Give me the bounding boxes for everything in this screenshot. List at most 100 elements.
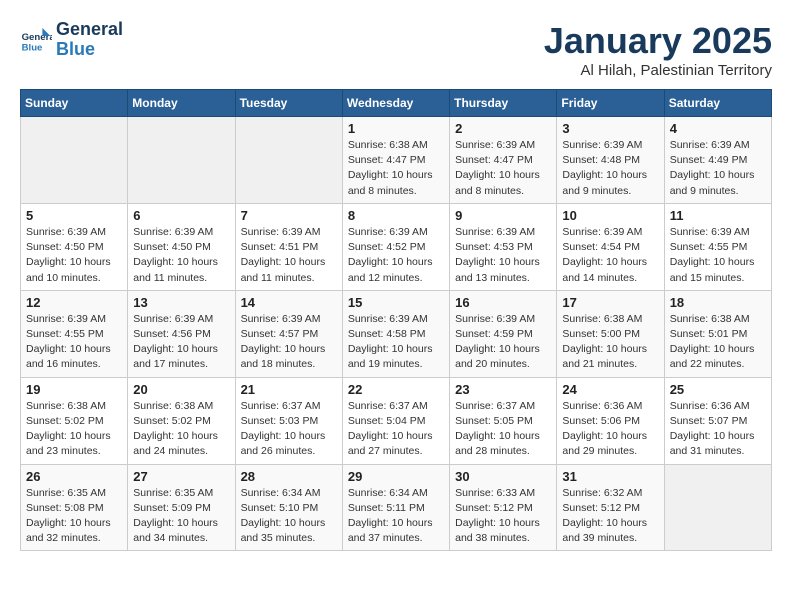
day-number: 15 [348, 295, 444, 310]
day-number: 23 [455, 382, 551, 397]
day-info: Sunrise: 6:33 AMSunset: 5:12 PMDaylight:… [455, 486, 551, 547]
logo: General Blue General Blue [20, 20, 123, 60]
day-info: Sunrise: 6:39 AMSunset: 4:49 PMDaylight:… [670, 138, 766, 199]
day-info: Sunrise: 6:39 AMSunset: 4:59 PMDaylight:… [455, 312, 551, 373]
day-number: 28 [241, 469, 337, 484]
calendar-cell [128, 117, 235, 204]
weekday-header-sunday: Sunday [21, 90, 128, 117]
day-info: Sunrise: 6:39 AMSunset: 4:47 PMDaylight:… [455, 138, 551, 199]
calendar-cell: 10 Sunrise: 6:39 AMSunset: 4:54 PMDayligh… [557, 203, 664, 290]
calendar-cell: 22Sunrise: 6:37 AMSunset: 5:04 PMDayligh… [342, 377, 449, 464]
calendar-cell: 27 Sunrise: 6:35 AMSunset: 5:09 PMDayligh… [128, 464, 235, 551]
day-info: Sunrise: 6:37 AMSunset: 5:03 PMDaylight:… [241, 399, 337, 460]
day-number: 8 [348, 208, 444, 223]
logo-text: General Blue [56, 20, 123, 60]
svg-text:Blue: Blue [22, 42, 43, 53]
day-number: 6 [133, 208, 229, 223]
calendar-cell [21, 117, 128, 204]
calendar-week-row: 12Sunrise: 6:39 AMSunset: 4:55 PMDayligh… [21, 290, 772, 377]
weekday-header-monday: Monday [128, 90, 235, 117]
day-number: 4 [670, 121, 766, 136]
day-number: 31 [562, 469, 658, 484]
calendar-cell: 2 Sunrise: 6:39 AMSunset: 4:47 PMDaylight… [450, 117, 557, 204]
calendar-cell: 13Sunrise: 6:39 AMSunset: 4:56 PMDayligh… [128, 290, 235, 377]
calendar-week-row: 26 Sunrise: 6:35 AMSunset: 5:08 PMDayligh… [21, 464, 772, 551]
day-number: 17 [562, 295, 658, 310]
calendar-cell: 16Sunrise: 6:39 AMSunset: 4:59 PMDayligh… [450, 290, 557, 377]
logo-line1: General [56, 20, 123, 40]
weekday-header-wednesday: Wednesday [342, 90, 449, 117]
day-info: Sunrise: 6:38 AMSunset: 5:00 PMDaylight:… [562, 312, 658, 373]
day-number: 27 [133, 469, 229, 484]
calendar-cell: 29 Sunrise: 6:34 AMSunset: 5:11 PMDayligh… [342, 464, 449, 551]
calendar-cell [235, 117, 342, 204]
day-number: 5 [26, 208, 122, 223]
day-info: Sunrise: 6:39 AMSunset: 4:55 PMDaylight:… [670, 225, 766, 286]
day-info: Sunrise: 6:38 AMSunset: 5:02 PMDaylight:… [133, 399, 229, 460]
calendar-cell: 20 Sunrise: 6:38 AMSunset: 5:02 PMDayligh… [128, 377, 235, 464]
location-subtitle: Al Hilah, Palestinian Territory [544, 62, 772, 79]
calendar-week-row: 5 Sunrise: 6:39 AMSunset: 4:50 PMDaylight… [21, 203, 772, 290]
day-info: Sunrise: 6:39 AMSunset: 4:56 PMDaylight:… [133, 312, 229, 373]
day-number: 10 [562, 208, 658, 223]
day-number: 24 [562, 382, 658, 397]
month-title: January 2025 [544, 20, 772, 62]
calendar-cell: 7Sunrise: 6:39 AMSunset: 4:51 PMDaylight… [235, 203, 342, 290]
day-info: Sunrise: 6:39 AMSunset: 4:58 PMDaylight:… [348, 312, 444, 373]
day-number: 21 [241, 382, 337, 397]
day-info: Sunrise: 6:32 AMSunset: 5:12 PMDaylight:… [562, 486, 658, 547]
calendar-cell: 30 Sunrise: 6:33 AMSunset: 5:12 PMDayligh… [450, 464, 557, 551]
calendar-cell: 8 Sunrise: 6:39 AMSunset: 4:52 PMDaylight… [342, 203, 449, 290]
day-number: 2 [455, 121, 551, 136]
calendar-cell: 5 Sunrise: 6:39 AMSunset: 4:50 PMDaylight… [21, 203, 128, 290]
calendar-cell: 11 Sunrise: 6:39 AMSunset: 4:55 PMDayligh… [664, 203, 771, 290]
day-number: 3 [562, 121, 658, 136]
calendar-cell: 6 Sunrise: 6:39 AMSunset: 4:50 PMDaylight… [128, 203, 235, 290]
calendar-cell: 15 Sunrise: 6:39 AMSunset: 4:58 PMDayligh… [342, 290, 449, 377]
day-info: Sunrise: 6:36 AMSunset: 5:06 PMDaylight:… [562, 399, 658, 460]
day-number: 19 [26, 382, 122, 397]
calendar-week-row: 1 Sunrise: 6:38 AMSunset: 4:47 PMDaylight… [21, 117, 772, 204]
day-number: 30 [455, 469, 551, 484]
day-info: Sunrise: 6:39 AMSunset: 4:50 PMDaylight:… [133, 225, 229, 286]
day-info: Sunrise: 6:39 AMSunset: 4:50 PMDaylight:… [26, 225, 122, 286]
day-info: Sunrise: 6:34 AMSunset: 5:10 PMDaylight:… [241, 486, 337, 547]
calendar-cell [664, 464, 771, 551]
day-info: Sunrise: 6:39 AMSunset: 4:57 PMDaylight:… [241, 312, 337, 373]
page-header: General Blue General Blue January 2025 A… [20, 20, 772, 79]
day-number: 1 [348, 121, 444, 136]
calendar-cell: 3 Sunrise: 6:39 AMSunset: 4:48 PMDaylight… [557, 117, 664, 204]
calendar-cell: 17 Sunrise: 6:38 AMSunset: 5:00 PMDayligh… [557, 290, 664, 377]
day-info: Sunrise: 6:39 AMSunset: 4:55 PMDaylight:… [26, 312, 122, 373]
calendar-cell: 12Sunrise: 6:39 AMSunset: 4:55 PMDayligh… [21, 290, 128, 377]
day-number: 7 [241, 208, 337, 223]
calendar-cell: 1 Sunrise: 6:38 AMSunset: 4:47 PMDaylight… [342, 117, 449, 204]
day-info: Sunrise: 6:39 AMSunset: 4:48 PMDaylight:… [562, 138, 658, 199]
day-info: Sunrise: 6:38 AMSunset: 4:47 PMDaylight:… [348, 138, 444, 199]
day-number: 20 [133, 382, 229, 397]
weekday-header-tuesday: Tuesday [235, 90, 342, 117]
day-number: 26 [26, 469, 122, 484]
calendar-cell: 18 Sunrise: 6:38 AMSunset: 5:01 PMDayligh… [664, 290, 771, 377]
calendar-header: SundayMondayTuesdayWednesdayThursdayFrid… [21, 90, 772, 117]
calendar-cell: 19Sunrise: 6:38 AMSunset: 5:02 PMDayligh… [21, 377, 128, 464]
day-info: Sunrise: 6:34 AMSunset: 5:11 PMDaylight:… [348, 486, 444, 547]
day-info: Sunrise: 6:35 AMSunset: 5:09 PMDaylight:… [133, 486, 229, 547]
day-number: 25 [670, 382, 766, 397]
logo-line2: Blue [56, 40, 123, 60]
day-number: 18 [670, 295, 766, 310]
logo-icon: General Blue [20, 24, 52, 56]
calendar-cell: 14Sunrise: 6:39 AMSunset: 4:57 PMDayligh… [235, 290, 342, 377]
calendar-cell: 21 Sunrise: 6:37 AMSunset: 5:03 PMDayligh… [235, 377, 342, 464]
day-info: Sunrise: 6:39 AMSunset: 4:54 PMDaylight:… [562, 225, 658, 286]
calendar-cell: 25Sunrise: 6:36 AMSunset: 5:07 PMDayligh… [664, 377, 771, 464]
title-block: January 2025 Al Hilah, Palestinian Terri… [544, 20, 772, 79]
day-number: 29 [348, 469, 444, 484]
day-info: Sunrise: 6:39 AMSunset: 4:52 PMDaylight:… [348, 225, 444, 286]
calendar-cell: 23Sunrise: 6:37 AMSunset: 5:05 PMDayligh… [450, 377, 557, 464]
weekday-header-row: SundayMondayTuesdayWednesdayThursdayFrid… [21, 90, 772, 117]
day-info: Sunrise: 6:35 AMSunset: 5:08 PMDaylight:… [26, 486, 122, 547]
weekday-header-friday: Friday [557, 90, 664, 117]
day-info: Sunrise: 6:38 AMSunset: 5:01 PMDaylight:… [670, 312, 766, 373]
day-number: 11 [670, 208, 766, 223]
